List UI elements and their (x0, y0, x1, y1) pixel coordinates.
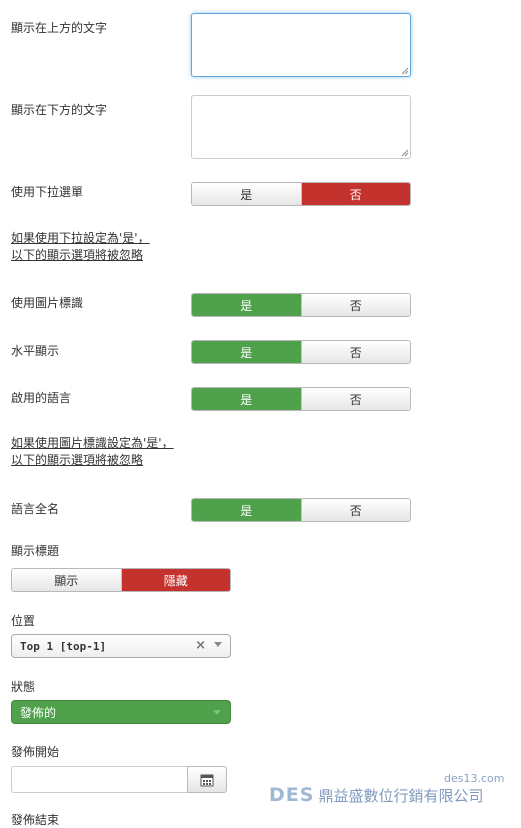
fullname-no-button[interactable]: 否 (300, 499, 410, 521)
publish-end-label: 發佈結束 (11, 813, 60, 827)
dropdown-note-line2: 以下的顯示選項將被忽略 (11, 248, 144, 262)
resize-grip-icon[interactable] (401, 67, 409, 75)
dropdown-toggle: 是 否 (191, 182, 411, 206)
resize-grip-icon[interactable] (401, 149, 409, 157)
position-label: 位置 (11, 614, 36, 628)
clear-icon[interactable]: × (195, 638, 206, 653)
publish-start-label: 發佈開始 (11, 745, 60, 759)
active-lang-label: 啟用的語言 (11, 391, 72, 405)
chevron-down-icon (214, 642, 222, 647)
show-title-label: 顯示標題 (11, 544, 60, 558)
active-lang-yes-button[interactable]: 是 (192, 388, 301, 410)
dropdown-label: 使用下拉選單 (11, 185, 84, 199)
image-flag-toggle: 是 否 (191, 293, 411, 317)
dropdown-yes-button[interactable]: 是 (192, 183, 301, 205)
status-label: 狀態 (11, 680, 36, 694)
image-note-line2: 以下的顯示選項將被忽略 (11, 453, 144, 467)
image-note-line1: 如果使用圖片標識設定為'是'， (11, 436, 174, 450)
fullname-yes-button[interactable]: 是 (192, 499, 301, 521)
chevron-down-icon (213, 710, 221, 715)
position-select[interactable]: Top 1 [top-1] × (11, 634, 231, 658)
dropdown-note-line1: 如果使用下拉設定為'是'， (11, 231, 150, 245)
text-above-label: 顯示在上方的文字 (11, 21, 108, 35)
publish-start-input[interactable] (11, 766, 188, 793)
horizontal-yes-button[interactable]: 是 (192, 341, 301, 363)
watermark-company: 鼎益盛數位行銷有限公司 (318, 787, 484, 805)
dropdown-no-button[interactable]: 否 (300, 183, 410, 205)
position-value: Top 1 [top-1] (20, 639, 107, 653)
horizontal-label: 水平顯示 (11, 344, 60, 358)
text-above-textarea[interactable] (191, 13, 411, 77)
calendar-button[interactable] (187, 766, 227, 793)
text-below-textarea[interactable] (191, 95, 411, 159)
image-flag-yes-button[interactable]: 是 (192, 294, 301, 316)
show-title-hide-button[interactable]: 隱藏 (120, 569, 230, 591)
horizontal-toggle: 是 否 (191, 340, 411, 364)
active-lang-no-button[interactable]: 否 (300, 388, 410, 410)
image-flag-no-button[interactable]: 否 (300, 294, 410, 316)
active-lang-toggle: 是 否 (191, 387, 411, 411)
status-select[interactable]: 發佈的 (11, 700, 231, 724)
show-title-toggle: 顯示 隱藏 (11, 568, 231, 592)
fullname-label: 語言全名 (11, 502, 60, 516)
horizontal-no-button[interactable]: 否 (300, 341, 410, 363)
fullname-toggle: 是 否 (191, 498, 411, 522)
status-value: 發佈的 (20, 705, 57, 720)
text-below-label: 顯示在下方的文字 (11, 103, 108, 117)
show-title-show-button[interactable]: 顯示 (12, 569, 121, 591)
image-flag-label: 使用圖片標識 (11, 296, 84, 310)
watermark: DES 鼎益盛數位行銷有限公司 (269, 784, 483, 806)
watermark-brand: DES (269, 784, 315, 806)
calendar-icon (200, 774, 214, 786)
